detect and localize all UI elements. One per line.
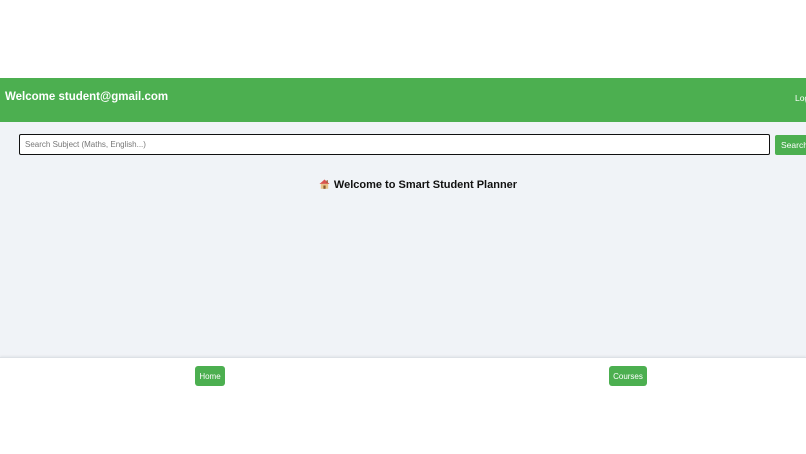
page-title: Welcome to Smart Student Planner xyxy=(0,179,806,191)
main-content: Search Welcome to Smart Student Planner xyxy=(0,122,806,357)
bottom-nav: Home Courses xyxy=(0,357,806,454)
top-header: Welcome student@gmail.com Logout xyxy=(0,78,806,122)
house-icon xyxy=(319,179,330,189)
home-button[interactable]: Home xyxy=(195,366,225,386)
search-button[interactable]: Search xyxy=(775,135,806,155)
app-page: Welcome student@gmail.com Logout Search … xyxy=(0,0,806,454)
welcome-user-title: Welcome student@gmail.com xyxy=(5,91,169,103)
logout-link[interactable]: Logout xyxy=(795,93,806,103)
courses-button[interactable]: Courses xyxy=(609,366,647,386)
page-title-text: Welcome to Smart Student Planner xyxy=(333,179,518,191)
search-input[interactable] xyxy=(19,134,770,155)
